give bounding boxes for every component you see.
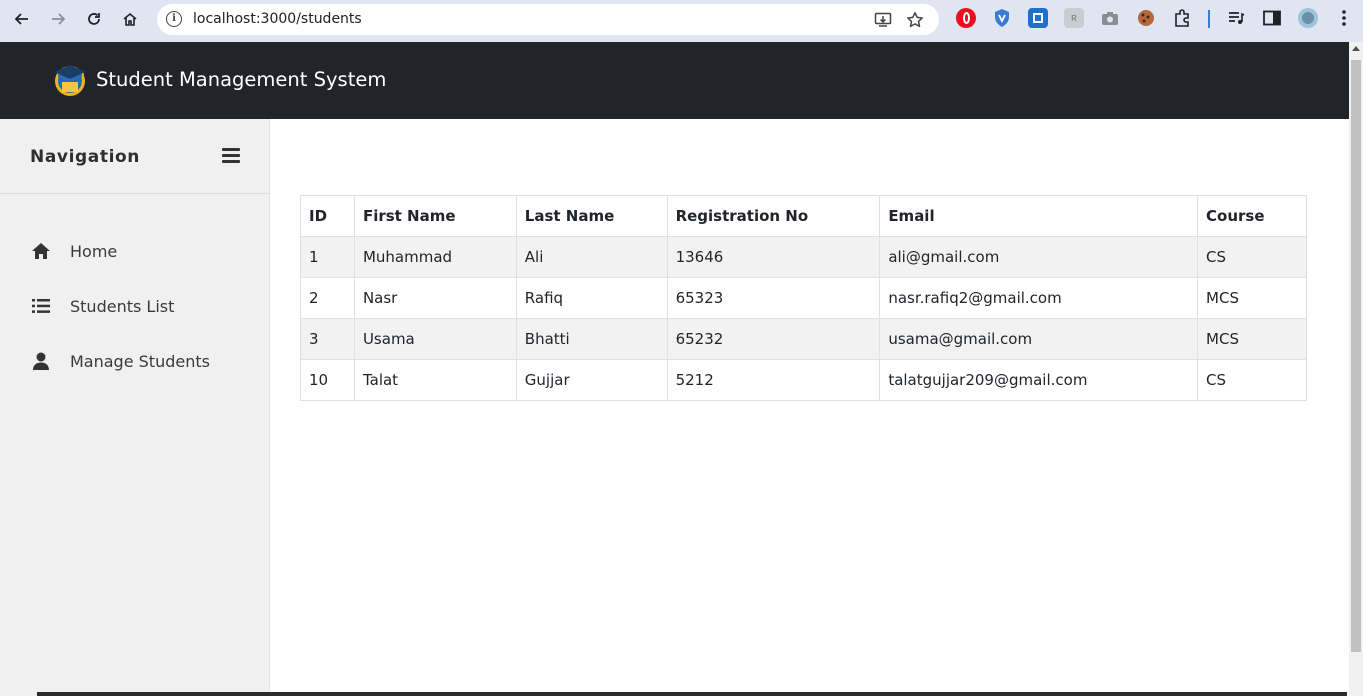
forward-button[interactable] [44,7,72,31]
hamburger-menu-icon[interactable] [222,148,240,164]
sidebar-header: Navigation [0,119,270,194]
shield-icon[interactable] [992,8,1012,28]
cell-last-name: Gujjar [515,359,668,401]
cell-registration-no: 65323 [666,277,881,319]
home-button[interactable] [116,7,144,31]
cell-first-name: Nasr [353,277,517,319]
side-panel-icon[interactable] [1262,8,1282,28]
reload-button[interactable] [80,7,108,31]
puzzle-icon[interactable] [1172,8,1192,28]
cell-email: nasr.rafiq2@gmail.com [879,277,1199,319]
table-row: 1 Muhammad Ali 13646 ali@gmail.com CS [300,236,1307,278]
app-header: Student Management System [0,42,1349,119]
browser-toolbar: i localhost:3000/students ʀ [0,0,1363,42]
app-title[interactable]: Student Management System [96,68,386,91]
students-table: ID First Name Last Name Registration No … [300,195,1307,401]
toolbar-divider [1208,10,1210,28]
user-icon [30,352,52,370]
cell-id: 10 [300,359,355,401]
page-scrollbar[interactable] [1349,42,1363,696]
opera-icon[interactable] [956,8,976,28]
install-app-icon[interactable] [872,9,894,31]
cell-course: MCS [1197,277,1307,319]
cell-email: talatgujjar209@gmail.com [879,359,1199,401]
list-icon [30,297,52,315]
scroll-up-arrow-icon[interactable] [1352,46,1360,51]
sidebar-item-home[interactable]: Home [30,236,250,266]
reload-icon [88,13,100,25]
table-header-row: ID First Name Last Name Registration No … [300,195,1307,237]
forward-arrow-icon [52,13,66,25]
camera-icon[interactable] [1100,8,1120,28]
table-row: 10 Talat Gujjar 5212 talatgujjar209@gmai… [300,359,1307,401]
column-header-last-name: Last Name [515,195,668,237]
bookmark-star-icon[interactable] [904,9,926,31]
students-table-container: ID First Name Last Name Registration No … [300,195,1307,401]
screenshot-icon[interactable] [1028,8,1048,28]
site-info-icon[interactable]: i [166,11,182,27]
home-icon [30,242,52,260]
browser-home-icon [123,12,137,26]
sidebar-item-label: Students List [70,296,175,316]
column-header-email: Email [879,195,1199,237]
sidebar-item-manage-students[interactable]: Manage Students [30,346,250,376]
back-button[interactable] [8,7,36,31]
cell-registration-no: 13646 [666,236,881,278]
cell-email: ali@gmail.com [879,236,1199,278]
cell-first-name: Talat [353,359,517,401]
sidebar-item-label: Manage Students [70,351,210,371]
cookie-icon[interactable] [1136,8,1156,28]
cell-course: MCS [1197,318,1307,360]
table-row: 3 Usama Bhatti 65232 usama@gmail.com MCS [300,318,1307,360]
sidebar-title: Navigation [30,147,140,167]
cell-first-name: Muhammad [353,236,517,278]
cell-email: usama@gmail.com [879,318,1199,360]
media-controls-icon[interactable] [1226,8,1246,28]
column-header-first-name: First Name [353,195,517,237]
cell-id: 1 [300,236,355,278]
cell-course: CS [1197,236,1307,278]
sidebar-item-students-list[interactable]: Students List [30,291,250,321]
sidebar-item-label: Home [70,241,118,261]
cell-registration-no: 65232 [666,318,881,360]
table-row: 2 Nasr Rafiq 65323 nasr.rafiq2@gmail.com… [300,277,1307,319]
ext-icon[interactable]: ʀ [1064,8,1084,28]
scrollbar-thumb[interactable] [1351,60,1361,652]
profile-avatar[interactable] [1298,8,1318,28]
browser-menu-icon[interactable] [1334,8,1354,28]
window-bottom-border [37,692,1347,696]
cell-registration-no: 5212 [666,359,881,401]
column-header-registration-no: Registration No [666,195,881,237]
cell-last-name: Bhatti [515,318,668,360]
graduation-cap-logo-icon[interactable] [52,56,88,102]
cell-id: 3 [300,318,355,360]
cell-id: 2 [300,277,355,319]
address-url[interactable]: localhost:3000/students [193,11,362,27]
sidebar: Navigation Home Students List Manage Stu… [0,119,270,696]
address-bar[interactable]: i localhost:3000/students [157,4,939,35]
column-header-id: ID [300,195,355,237]
cell-first-name: Usama [353,318,517,360]
column-header-course: Course [1197,195,1307,237]
cell-last-name: Rafiq [515,277,668,319]
cell-course: CS [1197,359,1307,401]
back-arrow-icon [14,13,28,25]
cell-last-name: Ali [515,236,668,278]
